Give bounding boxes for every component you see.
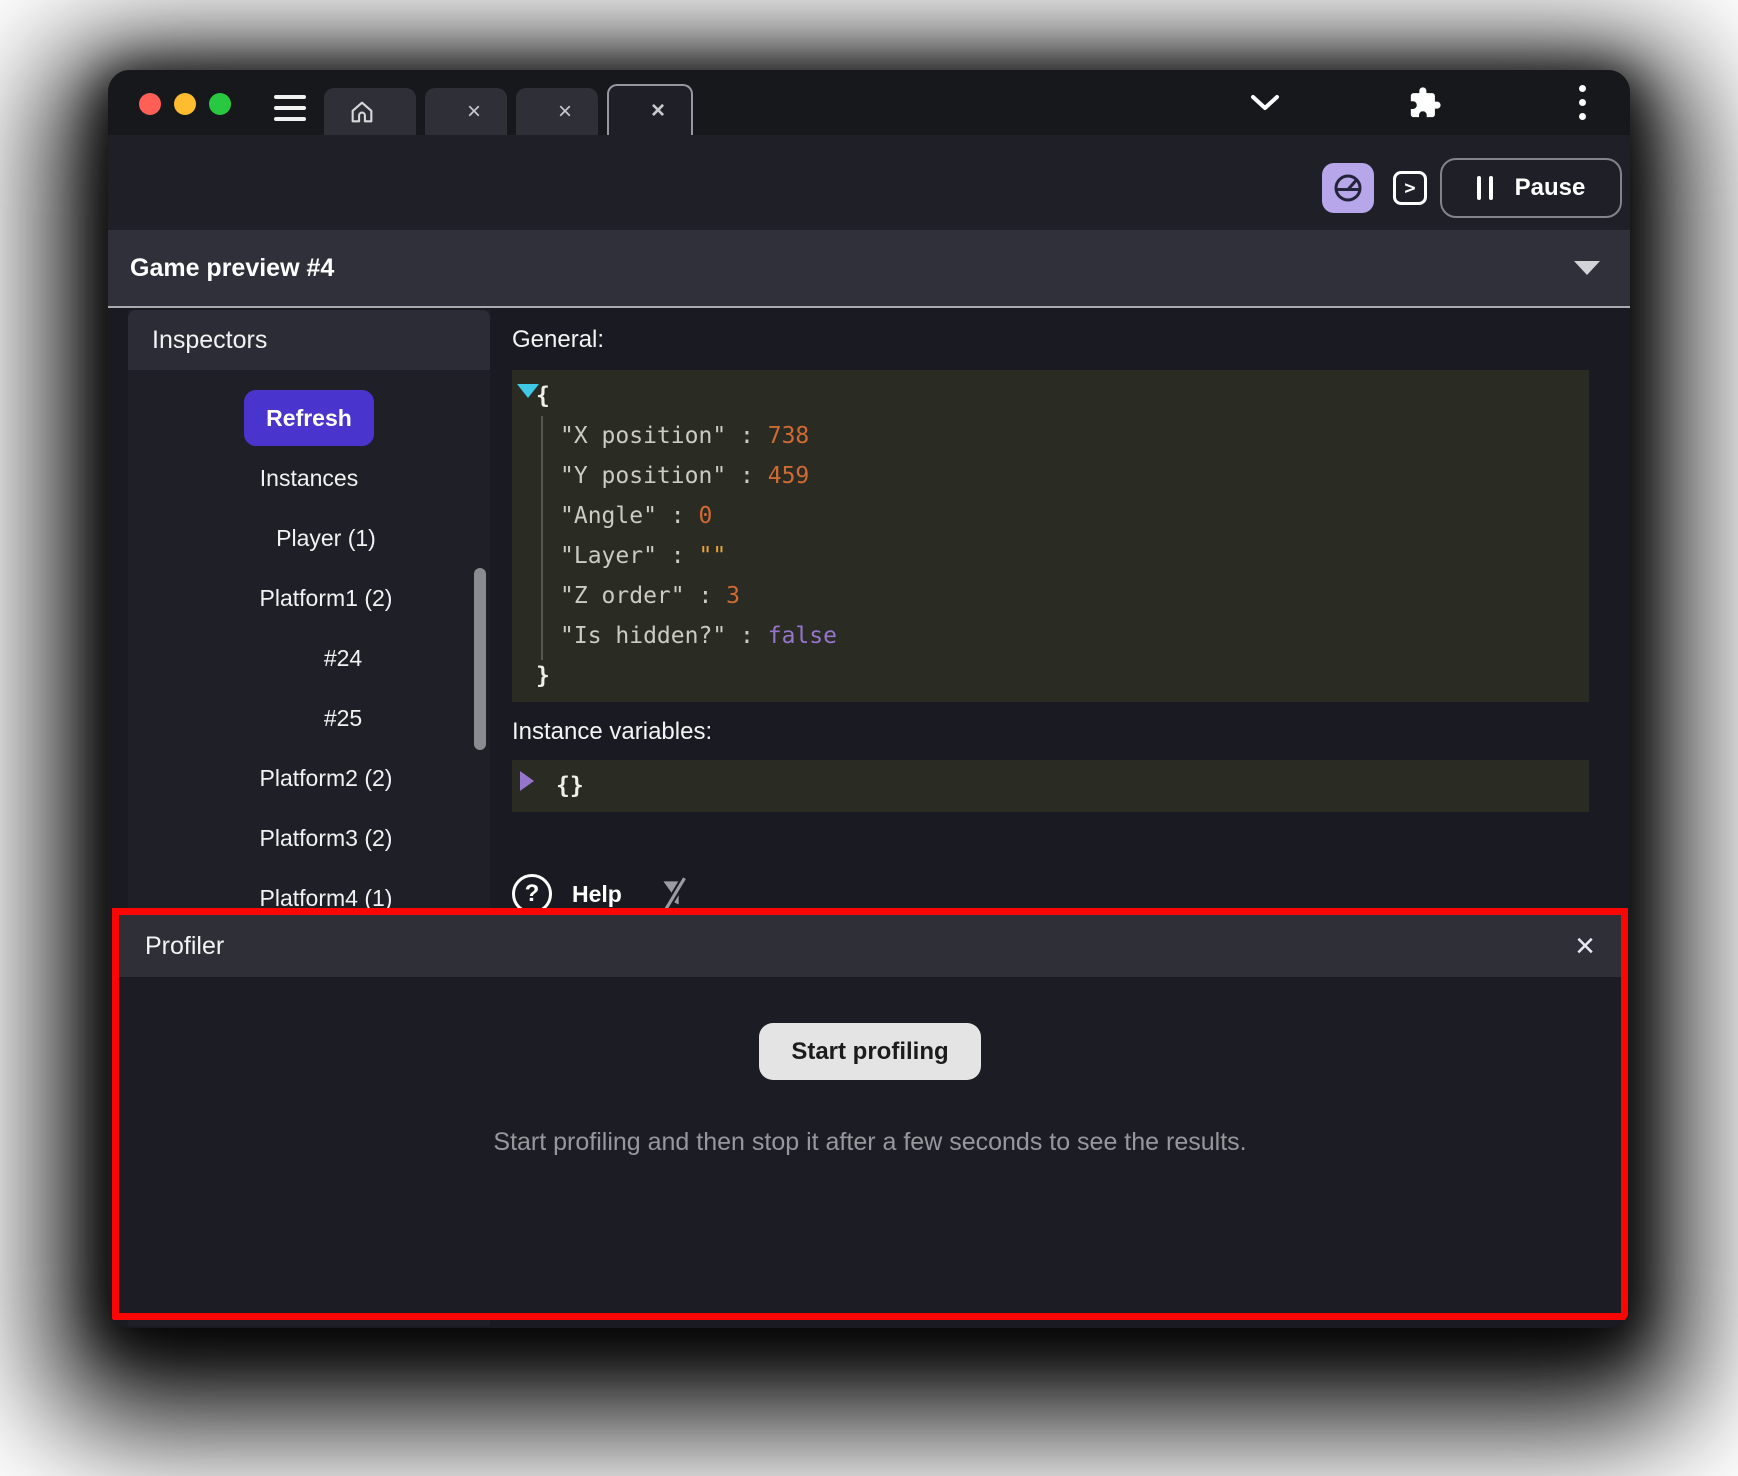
close-icon[interactable]: × bbox=[556, 100, 574, 124]
json-key: "Angle" bbox=[560, 503, 657, 529]
close-icon[interactable]: × bbox=[465, 100, 483, 124]
console-button[interactable]: > bbox=[1393, 171, 1427, 205]
instance-variables-view: {} bbox=[512, 760, 1589, 812]
json-key: "Y position" bbox=[560, 463, 726, 489]
json-entry: "Is hidden?" : false bbox=[512, 616, 1589, 656]
minimize-window-button[interactable] bbox=[174, 93, 196, 115]
expand-arrow-icon[interactable] bbox=[520, 771, 534, 791]
tree-item-instances[interactable]: Instances bbox=[128, 448, 490, 508]
json-entry: "Z order" : 3 bbox=[512, 576, 1589, 616]
menu-icon[interactable] bbox=[274, 95, 306, 121]
tree-item-platform3-2[interactable]: Platform3 (2) bbox=[128, 808, 490, 868]
tab-level-events[interactable]: × bbox=[516, 88, 598, 135]
profiler-body: Start profiling Start profiling and then… bbox=[119, 977, 1621, 1313]
close-icon[interactable]: × bbox=[649, 99, 667, 123]
traffic-lights bbox=[139, 93, 231, 115]
json-value[interactable]: 0 bbox=[698, 503, 712, 529]
profiler-description: Start profiling and then stop it after a… bbox=[493, 1128, 1246, 1157]
general-heading: General: bbox=[512, 326, 1589, 356]
indent-guide bbox=[541, 416, 543, 660]
json-entry: "Layer" : "" bbox=[512, 536, 1589, 576]
tree-item-player-1[interactable]: Player (1) bbox=[128, 508, 490, 568]
json-entry: "Y position" : 459 bbox=[512, 456, 1589, 496]
scrollbar-thumb[interactable] bbox=[474, 568, 486, 750]
collapse-arrow-icon[interactable] bbox=[517, 384, 539, 398]
close-window-button[interactable] bbox=[139, 93, 161, 115]
debugger-toolbar: > Pause bbox=[108, 135, 1630, 230]
json-close-brace: } bbox=[512, 656, 1589, 696]
profiler-gauge-button[interactable] bbox=[1322, 163, 1374, 213]
json-entry: "Angle" : 0 bbox=[512, 496, 1589, 536]
json-value[interactable]: "" bbox=[698, 543, 726, 569]
instance-variables-empty: {} bbox=[512, 766, 1589, 806]
inspectors-header: Inspectors bbox=[128, 310, 490, 370]
profiler-panel: Profiler × Start profiling Start profili… bbox=[112, 908, 1628, 1320]
json-value[interactable]: 3 bbox=[726, 583, 740, 609]
json-value[interactable]: 738 bbox=[768, 423, 810, 449]
json-key: "Layer" bbox=[560, 543, 657, 569]
gauge-icon bbox=[1331, 171, 1365, 205]
tab-bar: × × × bbox=[324, 84, 693, 135]
pause-icon bbox=[1477, 176, 1493, 200]
chevron-down-icon[interactable] bbox=[1574, 261, 1600, 275]
extensions-puzzle-icon[interactable] bbox=[1405, 70, 1445, 135]
json-open-brace: { bbox=[512, 376, 1589, 416]
game-preview-header[interactable]: Game preview #4 bbox=[108, 230, 1630, 308]
tab-level[interactable]: × bbox=[425, 88, 507, 135]
json-value[interactable]: 459 bbox=[768, 463, 810, 489]
kebab-menu-icon[interactable] bbox=[1570, 70, 1594, 135]
zoom-window-button[interactable] bbox=[209, 93, 231, 115]
game-preview-title: Game preview #4 bbox=[130, 254, 334, 283]
pause-button[interactable]: Pause bbox=[1440, 158, 1622, 218]
tab-debugger[interactable]: × bbox=[607, 84, 693, 135]
json-key: "Z order" bbox=[560, 583, 685, 609]
chevron-down-icon[interactable] bbox=[1245, 70, 1285, 135]
close-icon[interactable]: × bbox=[1575, 929, 1595, 963]
start-profiling-button[interactable]: Start profiling bbox=[759, 1023, 980, 1080]
json-value[interactable]: false bbox=[768, 623, 837, 649]
titlebar: × × × bbox=[108, 70, 1630, 135]
help-button[interactable]: Help bbox=[572, 881, 622, 908]
json-key: "X position" bbox=[560, 423, 726, 449]
profiler-title: Profiler bbox=[145, 932, 224, 961]
inspectors-tree: InstancesPlayer (1)Platform1 (2)#24#25Pl… bbox=[128, 448, 490, 928]
json-entry: "X position" : 738 bbox=[512, 416, 1589, 456]
tree-item-platform2-2[interactable]: Platform2 (2) bbox=[128, 748, 490, 808]
profiler-header: Profiler × bbox=[119, 915, 1621, 977]
json-key: "Is hidden?" bbox=[560, 623, 726, 649]
tree-item-platform1-2[interactable]: Platform1 (2) bbox=[128, 568, 490, 628]
tree-item-24[interactable]: #24 bbox=[128, 628, 490, 688]
tree-item-25[interactable]: #25 bbox=[128, 688, 490, 748]
app-window: ××× > Pause Game p bbox=[108, 70, 1630, 1328]
refresh-button[interactable]: Refresh bbox=[244, 390, 374, 446]
general-json-view: { "X position" : 738"Y position" : 459"A… bbox=[512, 370, 1589, 702]
home-icon bbox=[348, 98, 376, 126]
tab-home[interactable] bbox=[324, 88, 416, 135]
main-area: Inspectors Refresh InstancesPlayer (1)Pl… bbox=[108, 308, 1630, 1326]
instance-variables-heading: Instance variables: bbox=[512, 718, 1589, 748]
